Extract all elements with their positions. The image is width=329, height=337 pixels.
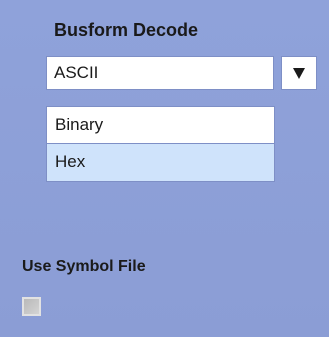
option-binary[interactable]: Binary <box>46 106 275 144</box>
busform-decode-dropdown[interactable]: ASCII <box>46 56 317 92</box>
busform-panel: Busform Decode ASCII Binary Hex Use Symb… <box>0 0 329 337</box>
use-symbol-file-label: Use Symbol File <box>22 258 146 275</box>
decode-option-list: Binary Hex <box>46 106 275 182</box>
triangle-down-icon <box>293 67 305 79</box>
dropdown-toggle-button[interactable] <box>281 56 317 90</box>
use-symbol-file-checkbox[interactable] <box>22 297 41 316</box>
dropdown-selected-value[interactable]: ASCII <box>46 56 274 90</box>
busform-decode-title: Busform Decode <box>54 20 199 40</box>
option-hex[interactable]: Hex <box>46 144 275 182</box>
